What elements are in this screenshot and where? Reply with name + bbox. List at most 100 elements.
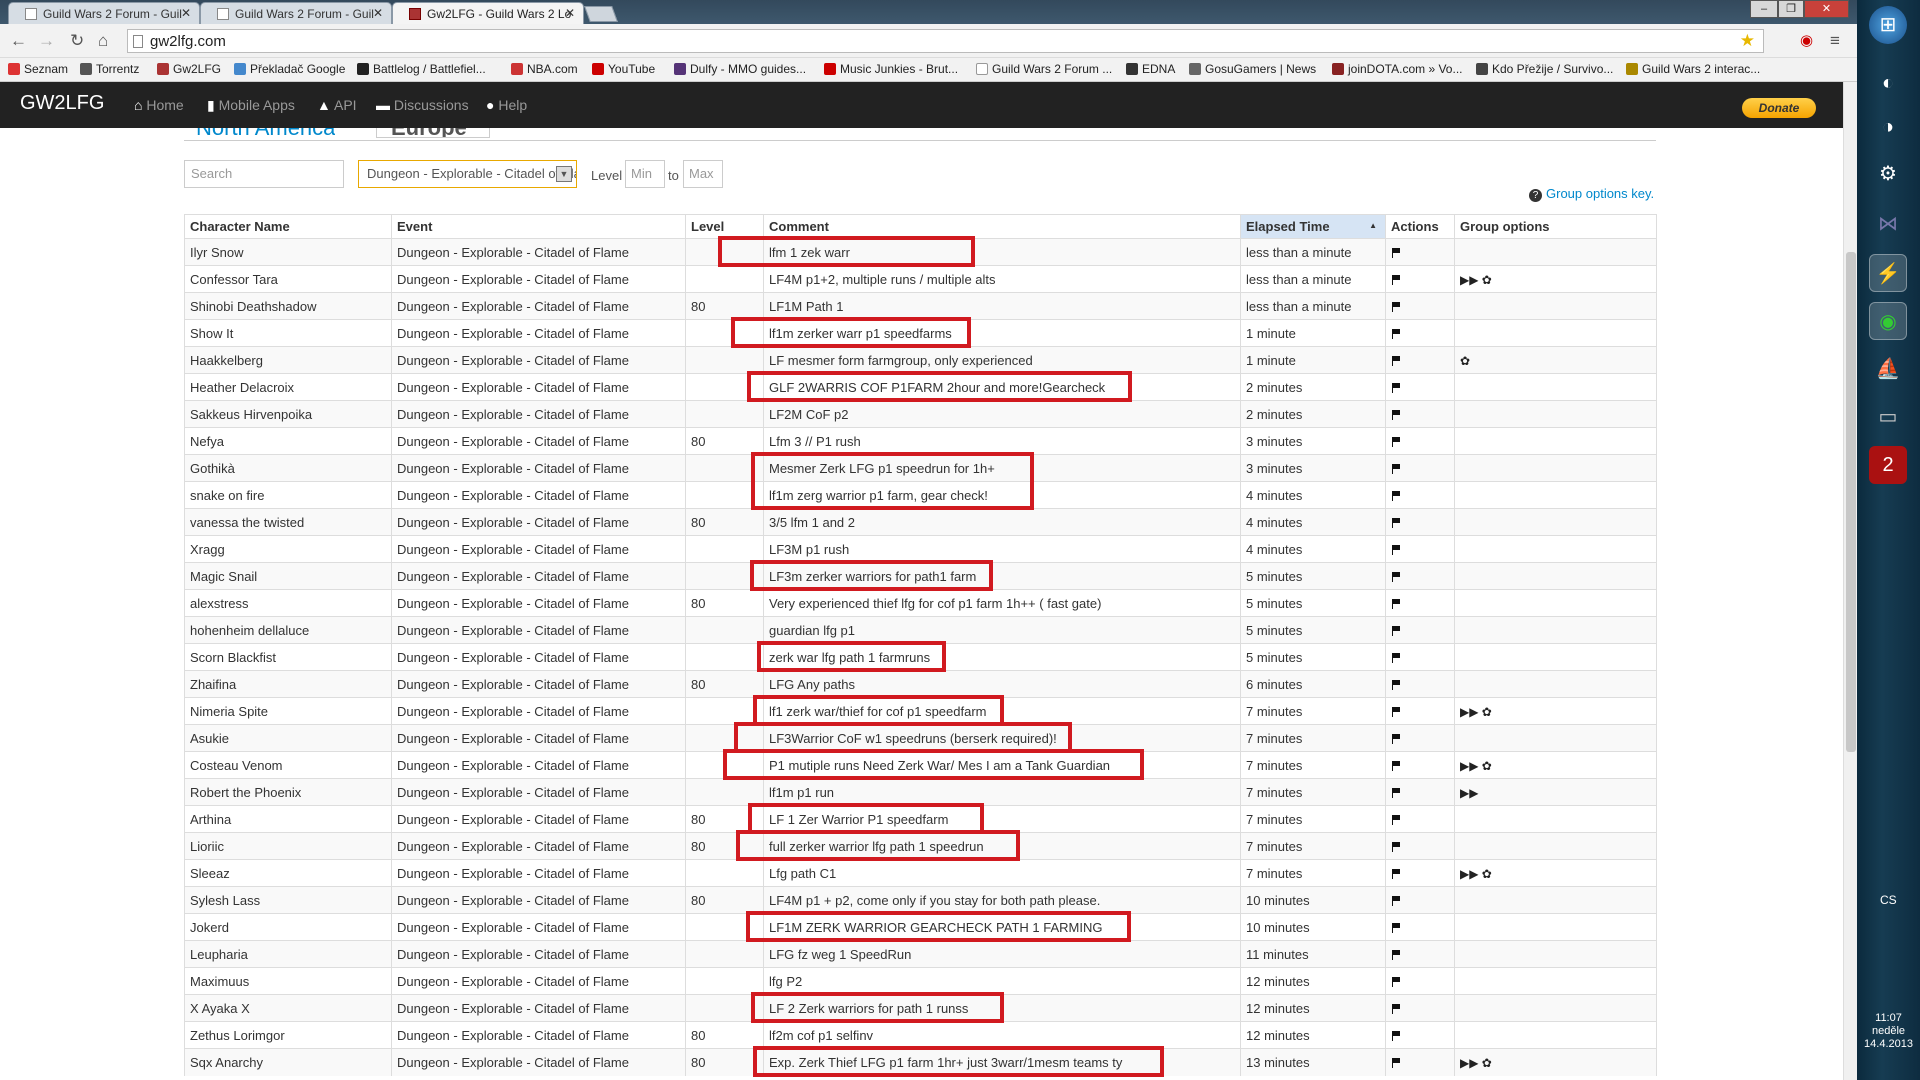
group-options-icons[interactable]: ▶▶ [1460,786,1478,800]
system-clock[interactable]: 11:07 neděle 14.4.2013 [1857,1012,1920,1051]
opera-icon[interactable]: ◉ [1800,31,1813,49]
flag-icon[interactable] [1391,895,1400,906]
menu-icon[interactable]: ≡ [1830,31,1840,51]
flag-icon[interactable] [1391,760,1400,771]
bookmark-item[interactable]: Seznam [8,62,68,76]
nav-help[interactable]: ● Help [486,97,527,113]
forward-icon[interactable]: → [38,31,55,51]
flag-icon[interactable] [1391,598,1400,609]
bookmark-item[interactable]: GosuGamers | News [1189,62,1316,76]
close-tab-icon[interactable]: ✕ [565,6,575,20]
back-icon[interactable]: ← [10,31,27,51]
bookmark-item[interactable]: joinDOTA.com » Vo... [1332,62,1463,76]
home-icon[interactable]: ⌂ [98,31,108,51]
maximize-button[interactable]: ❐ [1778,0,1804,18]
group-options-icons[interactable]: ▶▶ ✿ [1460,759,1492,773]
group-options-key-link[interactable]: ? Group options key. [1529,186,1654,202]
site-brand[interactable]: GW2LFG [20,92,104,115]
flag-icon[interactable] [1391,274,1400,285]
bookmark-item[interactable]: Překladač Google [234,62,345,76]
language-indicator[interactable]: CS [1880,893,1897,907]
flag-icon[interactable] [1391,463,1400,474]
chrome-icon[interactable]: ◉ [1869,302,1907,340]
scrollbar-thumb[interactable] [1846,252,1856,752]
flag-icon[interactable] [1391,517,1400,528]
column-header[interactable]: Level [685,214,764,239]
level-min-input[interactable]: Min [625,160,665,188]
search-input[interactable]: Search [184,160,344,188]
bookmark-item[interactable]: NBA.com [511,62,578,76]
browser-tab-2[interactable]: Guild Wars 2 Forum - Guil ✕ [200,2,392,24]
close-tab-icon[interactable]: ✕ [373,6,383,20]
column-header[interactable]: Group options [1454,214,1657,239]
flag-icon[interactable] [1391,976,1400,987]
flag-icon[interactable] [1391,706,1400,717]
close-window-button[interactable]: ✕ [1804,0,1849,18]
column-header[interactable]: Comment [763,214,1241,239]
group-options-icons[interactable]: ▶▶ ✿ [1460,867,1492,881]
flag-icon[interactable] [1391,679,1400,690]
flag-icon[interactable] [1391,922,1400,933]
flag-icon[interactable] [1391,382,1400,393]
app-icon[interactable]: ▭ [1869,398,1907,436]
bookmark-item[interactable]: Kdo Přežije / Survivo... [1476,62,1613,76]
start-button[interactable]: ⊞ [1869,6,1907,44]
donate-button[interactable]: Donate [1742,98,1816,118]
app-icon[interactable]: ◐ [1869,64,1907,102]
bookmark-item[interactable]: Music Junkies - Brut... [824,62,958,76]
tab-north-america[interactable]: North America [196,128,335,138]
bookmark-item[interactable]: YouTube [592,62,655,76]
steam-icon[interactable]: ⚙ [1869,155,1907,193]
flag-icon[interactable] [1391,625,1400,636]
bookmark-item[interactable]: Dulfy - MMO guides... [674,62,806,76]
close-tab-icon[interactable]: ✕ [181,6,191,20]
flag-icon[interactable] [1391,544,1400,555]
nav-mobile-apps[interactable]: ▮ Mobile Apps [207,97,295,114]
nav-api[interactable]: ▲ API [317,97,357,113]
column-header[interactable]: Elapsed Time ▲ [1240,214,1386,239]
page-scrollbar[interactable] [1843,82,1857,1080]
browser-tab-3[interactable]: Gw2LFG - Guild Wars 2 Lo ✕ [392,2,584,24]
flag-icon[interactable] [1391,814,1400,825]
flag-icon[interactable] [1391,490,1400,501]
bookmark-item[interactable]: Guild Wars 2 interac... [1626,62,1760,76]
flag-icon[interactable] [1391,328,1400,339]
browser-tab-1[interactable]: Guild Wars 2 Forum - Guil ✕ [8,2,200,24]
new-tab-button[interactable] [584,6,618,22]
guild-wars-2-icon[interactable]: 2 [1869,446,1907,484]
flag-icon[interactable] [1391,436,1400,447]
nav-home[interactable]: ⌂ Home [134,97,184,113]
flag-icon[interactable] [1391,868,1400,879]
group-options-icons[interactable]: ▶▶ ✿ [1460,1056,1492,1070]
bookmark-star-icon[interactable]: ★ [1740,31,1755,51]
bookmark-item[interactable]: Battlelog / Battlefiel... [357,62,486,76]
group-options-icons[interactable]: ▶▶ ✿ [1460,705,1492,719]
event-select[interactable]: Dungeon - Explorable - Citadel of Flame ▼ [358,160,577,188]
group-options-icons[interactable]: ✿ [1460,354,1470,368]
app-icon[interactable]: ◑ [1869,108,1907,146]
flag-icon[interactable] [1391,247,1400,258]
level-max-input[interactable]: Max [683,160,723,188]
column-header[interactable]: Actions [1385,214,1455,239]
flag-icon[interactable] [1391,787,1400,798]
flag-icon[interactable] [1391,733,1400,744]
flag-icon[interactable] [1391,1003,1400,1014]
app-icon[interactable]: ⋈ [1869,205,1907,243]
minimize-button[interactable]: – [1750,0,1778,18]
column-header[interactable]: Character Name [184,214,392,239]
group-options-icons[interactable]: ▶▶ ✿ [1460,273,1492,287]
flag-icon[interactable] [1391,301,1400,312]
nav-discussions[interactable]: ▬ Discussions [376,97,469,113]
app-icon[interactable]: ⛵ [1869,350,1907,388]
flag-icon[interactable] [1391,355,1400,366]
app-icon[interactable]: ⚡ [1869,254,1907,292]
column-header[interactable]: Event [391,214,686,239]
flag-icon[interactable] [1391,409,1400,420]
tab-europe[interactable]: Europe [376,128,490,138]
bookmark-item[interactable]: EDNA [1126,62,1175,76]
flag-icon[interactable] [1391,571,1400,582]
flag-icon[interactable] [1391,841,1400,852]
url-input[interactable]: gw2lfg.com ★ [127,29,1764,53]
reload-icon[interactable]: ↻ [70,31,84,51]
flag-icon[interactable] [1391,652,1400,663]
